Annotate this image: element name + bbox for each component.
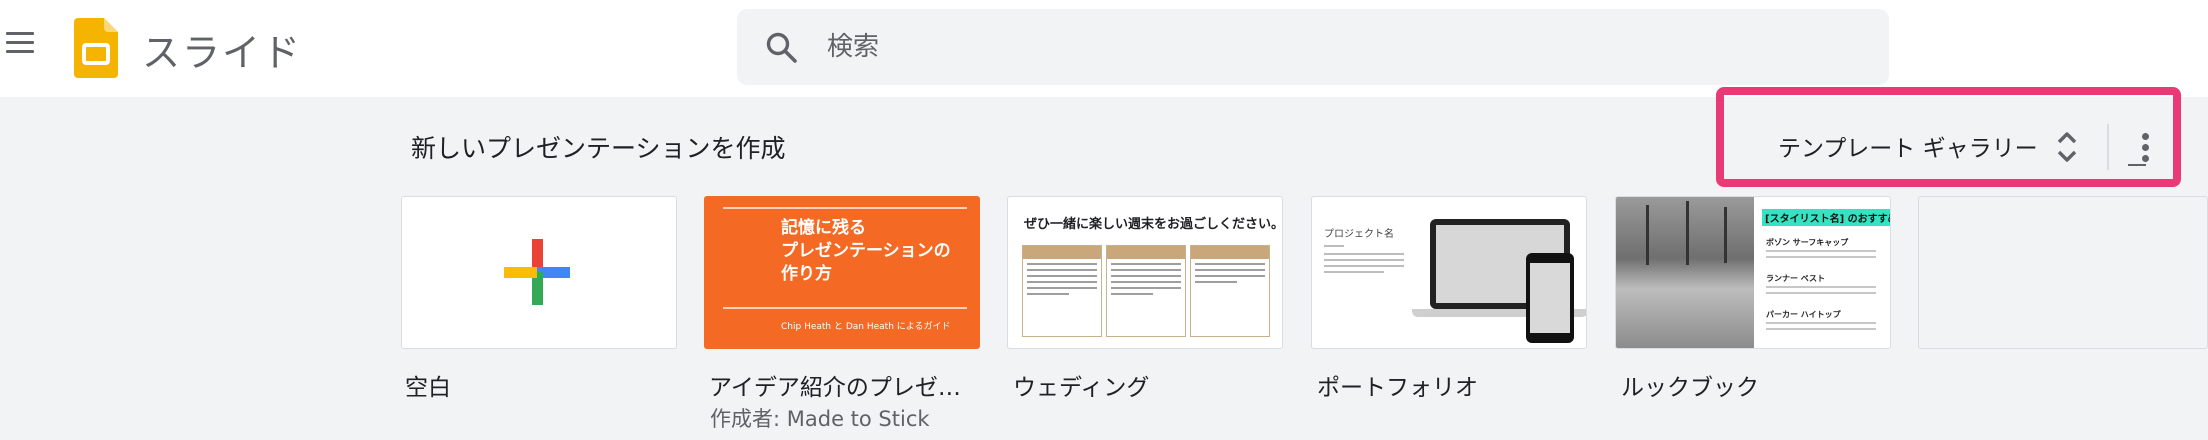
menu-icon[interactable] [4, 28, 36, 60]
template-label-wedding[interactable]: ウェディング [1013, 368, 1149, 402]
thumb-subtitle: Chip Heath と Dan Heath によるガイド [781, 322, 951, 332]
thumb-column [1190, 245, 1270, 337]
template-label-lookbook[interactable]: ルックブック [1621, 368, 1759, 402]
search-bar[interactable] [737, 9, 1889, 85]
thumb-item-title: ボゾン サーフキャップ [1766, 238, 1849, 247]
template-label-portfolio[interactable]: ポートフォリオ [1317, 368, 1478, 402]
divider [2107, 124, 2109, 170]
template-gallery-button[interactable]: テンプレート ギャラリー [1778, 126, 2038, 166]
thumb-title: プロジェクト名 [1324, 229, 1394, 240]
unfold-icon[interactable] [2054, 130, 2080, 164]
thumb-rule [723, 307, 967, 309]
app-title[interactable]: スライド [142, 22, 302, 77]
thumb-item-title: ランナー ベスト [1766, 274, 1825, 283]
template-card-next[interactable] [1918, 196, 2208, 349]
template-card-lookbook[interactable]: [スタイリスト名] のおすすめ ボゾン サーフキャップ ランナー ベスト パーカ… [1615, 196, 1891, 349]
template-label-blank[interactable]: 空白 [405, 368, 451, 402]
thumb-title: ぜひ一緒に楽しい週末をお過ごしください。 [1024, 217, 1283, 232]
plus-icon [504, 239, 570, 305]
template-gallery-label: テンプレート ギャラリー [1778, 136, 2038, 162]
thumb-column [1022, 245, 1102, 337]
search-icon[interactable] [765, 31, 799, 65]
thumb-title: 記憶に残る プレゼンテーションの 作り方 [781, 218, 951, 284]
thumb-column [1106, 245, 1186, 337]
template-card-portfolio[interactable]: プロジェクト名 [1311, 196, 1587, 349]
thumb-item-title: パーカー ハイトップ [1766, 310, 1841, 319]
template-card-blank[interactable] [401, 196, 677, 349]
template-author: 作成者: Made to Stick [710, 407, 930, 431]
slides-logo-icon[interactable] [74, 18, 118, 78]
thumb-tag: [スタイリスト名] のおすすめ [1762, 209, 1890, 226]
focus-underline [2128, 164, 2146, 166]
search-input[interactable] [827, 9, 1827, 85]
app-header: スライド [0, 0, 2208, 97]
template-label-idea[interactable]: アイデア紹介のプレゼ… [709, 368, 961, 402]
skate-photo [1616, 197, 1754, 348]
phone-image [1526, 253, 1574, 343]
section-title: 新しいプレゼンテーションを作成 [411, 134, 786, 163]
thumb-rule [723, 207, 967, 209]
template-card-idea[interactable]: 記憶に残る プレゼンテーションの 作り方 Chip Heath と Dan Heat… [704, 196, 980, 349]
template-card-wedding[interactable]: ぜひ一緒に楽しい週末をお過ごしください。 [1007, 196, 1283, 349]
